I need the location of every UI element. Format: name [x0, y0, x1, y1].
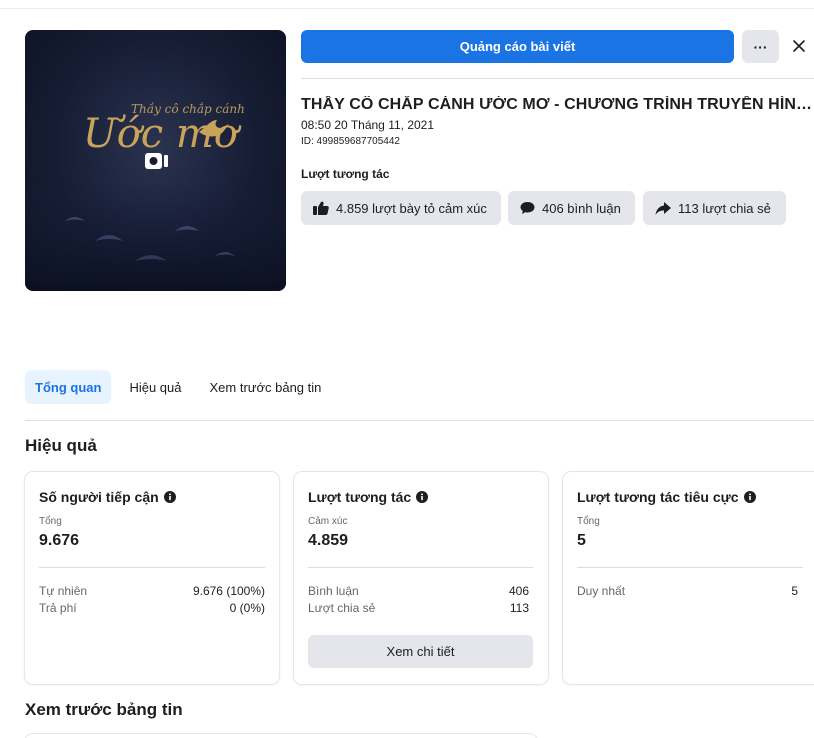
engagement-comments-row: Bình luận 406	[308, 584, 529, 598]
row-value: 406	[508, 584, 529, 598]
info-icon[interactable]	[163, 491, 176, 503]
card-divider	[39, 567, 265, 568]
live-video-icon	[145, 153, 168, 169]
view-details-button[interactable]: Xem chi tiết	[308, 635, 533, 668]
post-date: 08:50 20 Tháng 11, 2021	[301, 118, 435, 132]
negative-card-title: Lượt tương tác tiêu cực	[577, 489, 756, 505]
info-icon[interactable]	[743, 491, 756, 503]
post-thumbnail[interactable]: Thầy cô chắp cánh Ước mơ	[25, 30, 286, 291]
tabs-divider	[25, 420, 814, 421]
post-detail-panel: { "header": { "promote_label": "Quảng cá…	[0, 0, 814, 738]
performance-section-title: Hiệu quả	[25, 436, 97, 455]
post-title: THẦY CÔ CHẮP CÁNH ƯỚC MƠ - CHƯƠNG TRÌNH …	[301, 96, 814, 113]
row-label: Trả phí	[39, 601, 77, 615]
negative-sub-label: Tổng	[577, 516, 600, 527]
negative-engagement-card: Lượt tương tác tiêu cực Tổng 5 Duy nhất …	[563, 472, 814, 684]
row-value: 113	[509, 601, 529, 615]
shares-pill[interactable]: 113 lượt chia sẻ	[643, 191, 786, 225]
close-icon	[793, 40, 805, 52]
more-options-button[interactable]: ···	[742, 30, 779, 63]
negative-title-text: Lượt tương tác tiêu cực	[577, 489, 739, 505]
card-divider	[577, 567, 803, 568]
close-button[interactable]	[788, 34, 810, 58]
shares-count: 113 lượt chia sẻ	[678, 200, 771, 216]
reach-paid-row: Trả phí 0 (0%)	[39, 601, 265, 615]
card-divider	[308, 567, 533, 568]
row-value: 9.676 (100%)	[192, 584, 265, 598]
reach-sub-label: Tổng	[39, 516, 62, 527]
reach-title-text: Số người tiếp cận	[39, 489, 159, 505]
tab-bar: Tổng quan Hiệu quả Xem trước bảng tin	[25, 370, 339, 404]
bird-icon	[199, 120, 229, 137]
negative-unique-row: Duy nhất 5	[577, 584, 798, 598]
info-icon[interactable]	[416, 491, 429, 503]
header-divider	[301, 78, 814, 79]
row-value: 0 (0%)	[229, 601, 265, 615]
reach-card: Số người tiếp cận Tổng 9.676 Tự nhiên 9.…	[25, 472, 279, 684]
reach-total: 9.676	[39, 532, 80, 549]
tab-feed-preview[interactable]: Xem trước bảng tin	[199, 370, 331, 404]
engagement-sub-label: Cảm xúc	[308, 516, 348, 527]
share-icon	[655, 201, 671, 215]
comments-count: 406 bình luận	[542, 200, 621, 216]
engagement-title-text: Lượt tương tác	[308, 489, 412, 505]
reach-card-title: Số người tiếp cận	[39, 489, 176, 505]
engagement-shares-row: Lượt chia sẻ 113	[308, 601, 529, 615]
feed-preview-section-title: Xem trước bảng tin	[25, 700, 183, 719]
engagement-total: 4.859	[308, 532, 349, 549]
tab-performance[interactable]: Hiệu quả	[119, 370, 191, 404]
thumbs-up-icon	[313, 201, 329, 215]
reactions-pill[interactable]: 4.859 lượt bày tỏ cảm xúc	[301, 191, 501, 225]
tab-overview[interactable]: Tổng quan	[25, 370, 112, 404]
reach-organic-row: Tự nhiên 9.676 (100%)	[39, 584, 265, 598]
promote-post-button[interactable]: Quảng cáo bài viết	[301, 30, 734, 63]
reactions-count: 4.859 lượt bày tỏ cảm xúc	[336, 200, 487, 216]
comments-pill[interactable]: 406 bình luận	[508, 191, 635, 225]
engagement-card: Lượt tương tác Cảm xúc 4.859 Bình luận 4…	[294, 472, 548, 684]
comment-icon	[520, 202, 535, 214]
engagement-label: Lượt tương tác	[301, 167, 390, 181]
row-label: Tự nhiên	[39, 584, 88, 598]
row-value: 5	[791, 584, 798, 598]
row-label: Duy nhất	[577, 584, 626, 598]
row-label: Lượt chia sẻ	[308, 601, 376, 615]
birds-sky-art	[25, 181, 286, 291]
post-id: ID: 499859687705442	[301, 136, 400, 147]
negative-total: 5	[577, 532, 586, 549]
engagement-card-title: Lượt tương tác	[308, 489, 429, 505]
top-divider	[0, 8, 814, 9]
feed-preview-frame	[25, 734, 537, 738]
row-label: Bình luận	[308, 584, 359, 598]
